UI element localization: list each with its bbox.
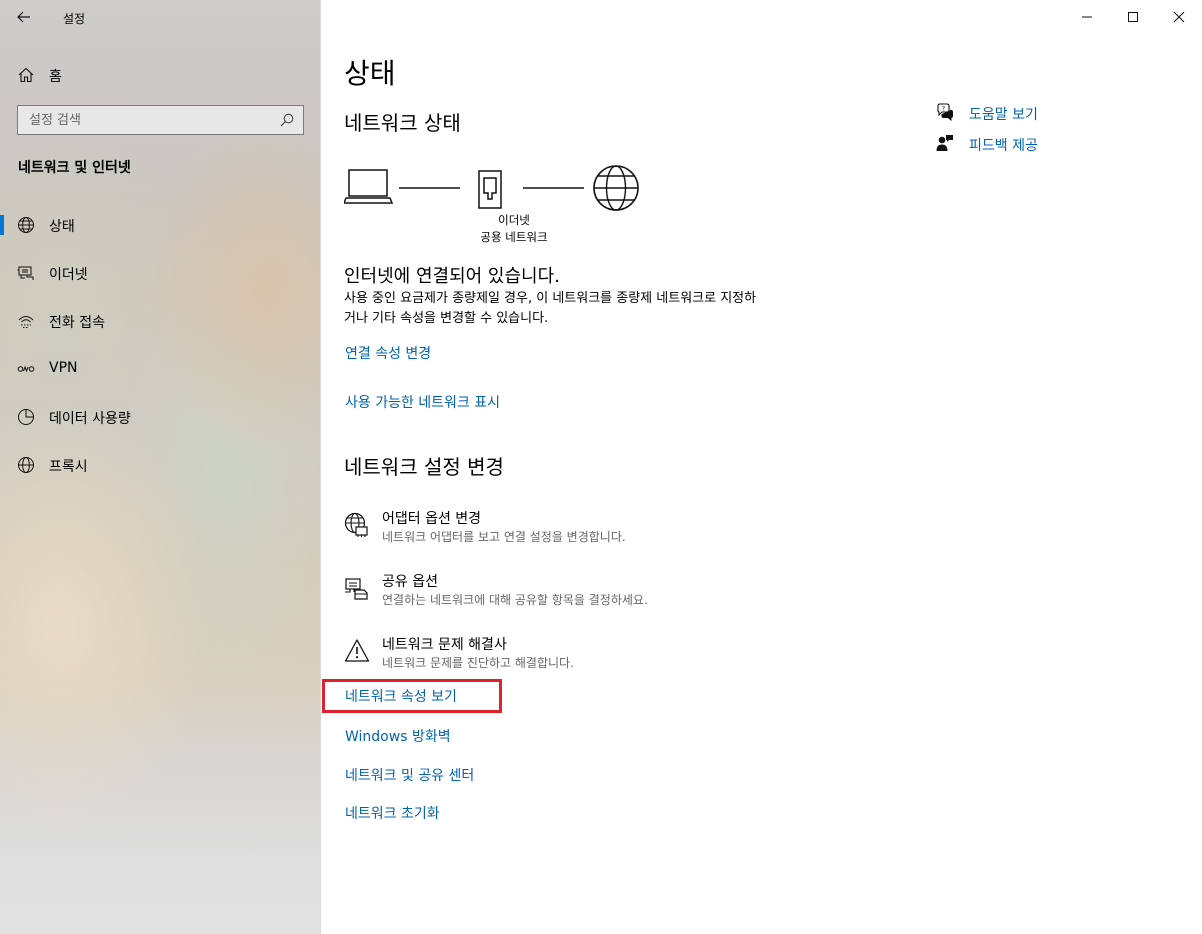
adapter-icon: [344, 512, 368, 537]
search-input[interactable]: [18, 106, 273, 134]
sidebar-home[interactable]: 홈: [0, 60, 321, 90]
maximize-button[interactable]: [1110, 0, 1156, 34]
app-title: 설정: [63, 12, 86, 26]
connection-status: 인터넷에 연결되어 있습니다.: [344, 266, 560, 287]
network-profile-label: 공용 네트워크: [480, 230, 548, 244]
sidebar-item-label: VPN: [49, 360, 78, 376]
adapter-options-title: 어댑터 옵션 변경: [382, 511, 482, 527]
get-help-label: 도움말 보기: [969, 107, 1038, 123]
connection-description: 사용 중인 요금제가 종량제일 경우, 이 네트워크를 종량제 네트워크로 지정…: [344, 291, 757, 326]
back-arrow-icon: [17, 11, 30, 23]
sidebar: 설정 홈 네트워크 및 인터넷 상태 이더넷: [0, 0, 321, 934]
minimize-icon: [1082, 16, 1092, 18]
adapter-options-item[interactable]: 어댑터 옵션 변경 네트워크 어댑터를 보고 연결 설정을 변경합니다.: [344, 508, 764, 552]
show-available-networks-link[interactable]: 사용 가능한 네트워크 표시: [345, 392, 500, 412]
maximize-icon: [1128, 12, 1138, 22]
adapter-options-description: 네트워크 어댑터를 보고 연결 설정을 변경합니다.: [382, 530, 626, 544]
svg-text:?: ?: [942, 106, 945, 113]
globe-status-icon: [18, 217, 34, 233]
network-troubleshooter-description: 네트워크 문제를 진단하고 해결합니다.: [382, 656, 574, 670]
close-icon: [1173, 11, 1185, 23]
window-controls: [1064, 0, 1202, 34]
sidebar-item-dial-up[interactable]: 전화 접속: [0, 299, 321, 343]
laptop-icon: [342, 169, 394, 204]
warning-icon: [344, 639, 370, 662]
give-feedback-label: 피드백 제공: [969, 138, 1038, 154]
minimize-button[interactable]: [1064, 0, 1110, 34]
sharing-options-item[interactable]: 공유 옵션 연결하는 네트워크에 대해 공유할 항목을 결정하세요.: [344, 571, 764, 615]
help-chat-icon: ?: [937, 103, 953, 121]
sidebar-item-label: 전화 접속: [49, 315, 105, 331]
sidebar-section-title: 네트워크 및 인터넷: [18, 160, 131, 176]
sidebar-item-status[interactable]: 상태: [0, 203, 321, 247]
data-usage-icon: [18, 409, 34, 425]
connection-type-label: 이더넷: [498, 213, 530, 227]
dial-up-icon: [18, 316, 34, 328]
sharing-options-title: 공유 옵션: [382, 574, 438, 590]
windows-firewall-link[interactable]: Windows 방화벽: [345, 726, 451, 746]
sidebar-item-label: 데이터 사용량: [49, 411, 131, 427]
vpn-icon: [17, 365, 35, 373]
main-content: 상태 네트워크 상태 이더넷 공용 네트워크 인터넷에 연결되어 있습니다. 사…: [321, 0, 1202, 934]
network-diagram: 이더넷 공용 네트워크: [342, 164, 644, 254]
feedback-person-icon: [936, 135, 953, 151]
home-icon: [18, 67, 34, 83]
search-box: [17, 105, 304, 135]
ethernet-port-icon: [478, 170, 502, 209]
ethernet-icon: [17, 266, 34, 280]
network-status-heading: 네트워크 상태: [344, 111, 461, 135]
network-reset-link[interactable]: 네트워크 초기화: [345, 803, 440, 823]
back-button[interactable]: [10, 5, 38, 29]
get-help-link[interactable]: ? 도움말 보기: [936, 102, 1136, 126]
network-sharing-center-link[interactable]: 네트워크 및 공유 센터: [345, 765, 474, 785]
give-feedback-link[interactable]: 피드백 제공: [936, 133, 1136, 157]
view-network-properties-link[interactable]: 네트워크 속성 보기: [345, 686, 457, 706]
titlebar-left: 설정: [0, 0, 321, 36]
change-settings-heading: 네트워크 설정 변경: [344, 455, 504, 479]
network-troubleshooter-item[interactable]: 네트워크 문제 해결사 네트워크 문제를 진단하고 해결합니다.: [344, 634, 764, 678]
network-troubleshooter-title: 네트워크 문제 해결사: [382, 637, 507, 653]
sidebar-item-proxy[interactable]: 프록시: [0, 443, 321, 487]
sharing-options-description: 연결하는 네트워크에 대해 공유할 항목을 결정하세요.: [382, 593, 648, 607]
page-title: 상태: [344, 57, 396, 90]
sidebar-item-ethernet[interactable]: 이더넷: [0, 251, 321, 295]
search-icon[interactable]: [279, 112, 295, 128]
sidebar-item-label: 상태: [49, 219, 75, 235]
sidebar-home-label: 홈: [49, 69, 62, 85]
sharing-icon: [345, 578, 368, 600]
sidebar-item-label: 이더넷: [49, 267, 88, 283]
internet-globe-icon: [593, 165, 639, 211]
change-connection-properties-link[interactable]: 연결 속성 변경: [345, 343, 431, 363]
globe-icon: [18, 457, 34, 473]
sidebar-item-label: 프록시: [49, 459, 88, 475]
sidebar-item-data-usage[interactable]: 데이터 사용량: [0, 395, 321, 439]
close-button[interactable]: [1156, 0, 1202, 34]
sidebar-item-vpn[interactable]: VPN: [0, 347, 321, 391]
